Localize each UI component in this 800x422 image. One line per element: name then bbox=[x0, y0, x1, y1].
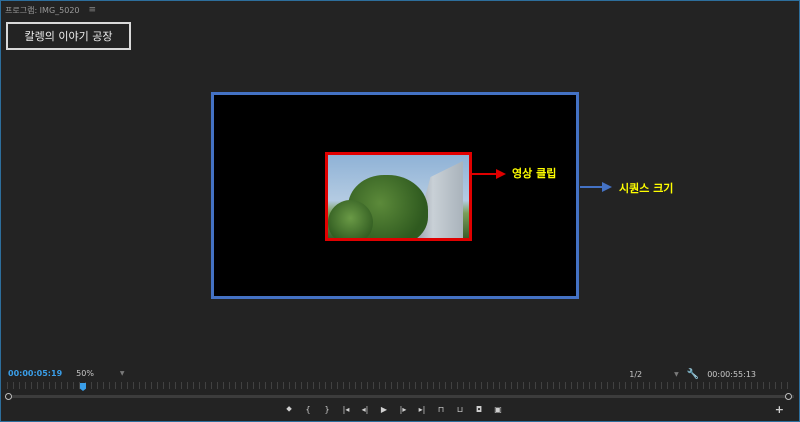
lift-icon[interactable]: ⊓ bbox=[436, 405, 446, 414]
scrollbar-handle-left[interactable] bbox=[5, 393, 12, 400]
scrollbar-handle-right[interactable] bbox=[785, 393, 792, 400]
channel-label: 칼렝의 이야기 공장 bbox=[6, 22, 131, 50]
settings-wrench-icon[interactable]: 🔧 bbox=[687, 369, 699, 380]
resolution-value: 1/2 bbox=[629, 370, 643, 379]
chevron-down-icon: ▼ bbox=[119, 370, 125, 377]
sequence-annotation: 시퀀스 크기 bbox=[619, 182, 674, 195]
video-clip-frame[interactable] bbox=[325, 152, 472, 241]
bottom-left-controls: 00:00:05:19 50% ▼ bbox=[8, 369, 125, 378]
transport-controls: ⬥ { } |◂ ◂| ▶ |▸ ▸| ⊓ ⊔ ◘ ▣ bbox=[284, 404, 503, 414]
go-to-out-icon[interactable]: ▸| bbox=[417, 405, 427, 414]
clip-arrow-icon bbox=[472, 169, 506, 179]
resolution-select[interactable]: 1/2 ▼ bbox=[629, 370, 679, 379]
marker-icon[interactable]: ⬥ bbox=[284, 404, 294, 414]
play-icon[interactable]: ▶ bbox=[379, 405, 389, 414]
sequence-arrow-icon bbox=[580, 182, 612, 192]
current-timecode[interactable]: 00:00:05:19 bbox=[8, 369, 62, 378]
panel-menu-icon[interactable]: ≡ bbox=[89, 5, 97, 15]
in-point-icon[interactable]: { bbox=[303, 405, 313, 414]
panel-title[interactable]: 프로그램: IMG_5020 bbox=[5, 5, 80, 16]
zoom-scrollbar[interactable] bbox=[6, 395, 794, 398]
clip-annotation: 영상 클립 bbox=[512, 167, 557, 180]
chevron-down-icon: ▼ bbox=[674, 371, 679, 378]
compare-icon[interactable]: ▣ bbox=[493, 405, 503, 414]
zoom-select[interactable]: 50% ▼ bbox=[76, 369, 124, 378]
zoom-level: 50% bbox=[76, 369, 94, 378]
panel-header[interactable]: 프로그램: IMG_5020 ≡ bbox=[5, 4, 96, 16]
go-to-in-icon[interactable]: |◂ bbox=[341, 405, 351, 414]
out-point-icon[interactable]: } bbox=[322, 405, 332, 414]
bottom-right-controls: 1/2 ▼ 🔧 00:00:55:13 bbox=[629, 369, 756, 380]
export-frame-icon[interactable]: ◘ bbox=[474, 405, 484, 414]
step-back-icon[interactable]: ◂| bbox=[360, 405, 370, 414]
clip-tree-small bbox=[328, 200, 373, 238]
duration-timecode: 00:00:55:13 bbox=[707, 370, 756, 379]
extract-icon[interactable]: ⊔ bbox=[455, 405, 465, 414]
step-forward-icon[interactable]: |▸ bbox=[398, 405, 408, 414]
add-button-icon[interactable]: + bbox=[775, 403, 784, 416]
time-ruler[interactable] bbox=[7, 382, 793, 391]
